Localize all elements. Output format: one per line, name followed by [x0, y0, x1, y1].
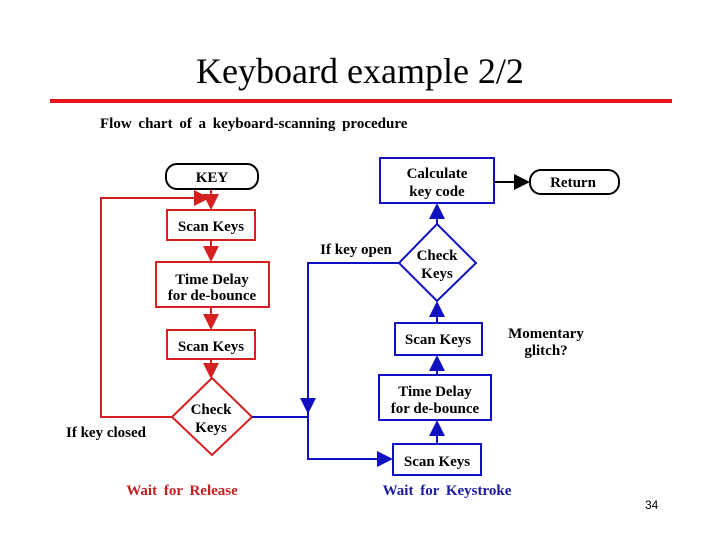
line-if-key-open: [307, 262, 400, 467]
keystroke-delay-line1: Time Delay: [398, 384, 472, 400]
keystroke-check-line2: Keys: [421, 266, 453, 282]
release-delay-line2: for de-bounce: [168, 288, 257, 304]
if-key-open-label: If key open: [320, 242, 392, 258]
release-check-line1: Check: [191, 402, 232, 418]
keystroke-scan-top-label: Scan Keys: [405, 332, 471, 348]
wait-for-release-caption: Wait for Release: [126, 483, 238, 499]
flowchart: KEY Scan Keys Time Delay for de-bounce S…: [66, 157, 620, 499]
release-delay-line1: Time Delay: [175, 272, 249, 288]
glitch-line1: Momentary: [508, 326, 584, 342]
calc-line2: key code: [409, 184, 465, 200]
calc-line1: Calculate: [407, 166, 468, 182]
release-scan-2-label: Scan Keys: [178, 339, 244, 355]
release-scan-1-label: Scan Keys: [178, 219, 244, 235]
keystroke-scan-bottom-label: Scan Keys: [404, 454, 470, 470]
release-check-line2: Keys: [195, 420, 227, 436]
keystroke-check-line1: Check: [417, 248, 458, 264]
key-label: KEY: [196, 170, 229, 186]
return-label: Return: [550, 175, 596, 191]
wait-for-keystroke-caption: Wait for Keystroke: [383, 483, 512, 499]
keystroke-delay-line2: for de-bounce: [391, 401, 480, 417]
if-key-closed-label: If key closed: [66, 425, 147, 441]
glitch-line2: glitch?: [524, 343, 567, 359]
